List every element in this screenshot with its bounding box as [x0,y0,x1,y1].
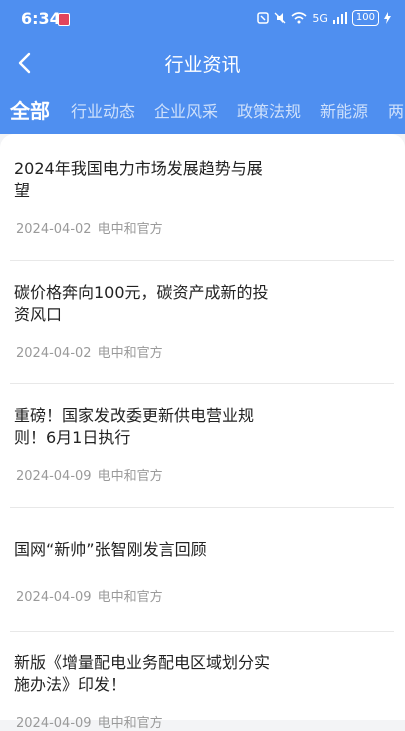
divider [10,383,394,384]
news-meta: 2024-04-09 电中和官方 [16,465,169,484]
status-bar: 6:34 5G 100 [0,0,405,38]
news-item[interactable]: 新版《增量配电业务配电区域划分实施办法》印发！ 2024-04-09 电中和官方 [14,652,394,731]
tab-more[interactable]: 两 [388,98,404,122]
tab-new-energy[interactable]: 新能源 [320,98,368,122]
wifi-icon [291,12,307,24]
news-meta: 2024-04-02 电中和官方 [16,218,169,237]
divider [10,260,394,261]
battery-icon: 100 [351,10,379,26]
news-title: 碳价格奔向100元，碳资产成新的投资风口 [14,283,269,324]
news-title: 2024年我国电力市场发展趋势与展望 [14,159,263,200]
news-item[interactable]: 重磅！国家发改委更新供电营业规则！6月1日执行 2024-04-09 电中和官方 [14,405,394,505]
tab-all[interactable]: 全部 [10,95,50,124]
news-item[interactable]: 碳价格奔向100元，碳资产成新的投资风口 2024-04-02 电中和官方 [14,282,394,382]
news-meta: 2024-04-02 电中和官方 [16,342,169,361]
news-title: 新版《增量配电业务配电区域划分实施办法》印发！ [14,653,271,694]
news-date: 2024-04-09 [16,469,92,484]
news-date: 2024-04-09 [16,590,92,605]
tab-company-showcase[interactable]: 企业风采 [154,98,218,122]
title-bar: 行业资讯 [0,38,405,88]
news-source: 电中和官方 [97,346,163,361]
news-title: 重磅！国家发改委更新供电营业规则！6月1日执行 [14,406,255,447]
news-source: 电中和官方 [97,590,163,605]
notification-icon [58,13,70,26]
app-header: 6:34 5G 100 行业资讯 全部 行业动态 企业风采 政策法规 新能源 两 [0,0,405,134]
news-date: 2024-04-09 [16,716,92,731]
charging-icon [384,12,391,24]
news-item[interactable]: 2024年我国电力市场发展趋势与展望 2024-04-02 电中和官方 [14,158,394,258]
news-meta: 2024-04-09 电中和官方 [16,712,169,731]
status-icons: 5G 100 [257,10,391,26]
nfc-icon [257,12,270,24]
page-title: 行业资讯 [164,54,241,76]
news-title: 国网“新帅”张智刚发言回顾 [14,540,207,559]
category-tabs: 全部 行业动态 企业风采 政策法规 新能源 两 [0,92,405,130]
mute-icon [274,12,286,24]
news-item[interactable]: 国网“新帅”张智刚发言回顾 2024-04-09 电中和官方 [14,539,394,639]
news-date: 2024-04-02 [16,346,92,361]
news-source: 电中和官方 [97,469,163,484]
news-date: 2024-04-02 [16,222,92,237]
status-time: 6:34 [21,9,61,28]
divider [10,631,394,632]
tab-policy[interactable]: 政策法规 [237,98,301,122]
signal-icon [332,12,347,24]
news-source: 电中和官方 [97,716,163,731]
news-list: 2024年我国电力市场发展趋势与展望 2024-04-02 电中和官方 碳价格奔向… [0,134,405,731]
news-meta: 2024-04-09 电中和官方 [16,586,169,605]
news-source: 电中和官方 [97,222,163,237]
tab-industry-news[interactable]: 行业动态 [71,98,135,122]
network-type: 5G [312,11,328,25]
divider [10,507,394,508]
